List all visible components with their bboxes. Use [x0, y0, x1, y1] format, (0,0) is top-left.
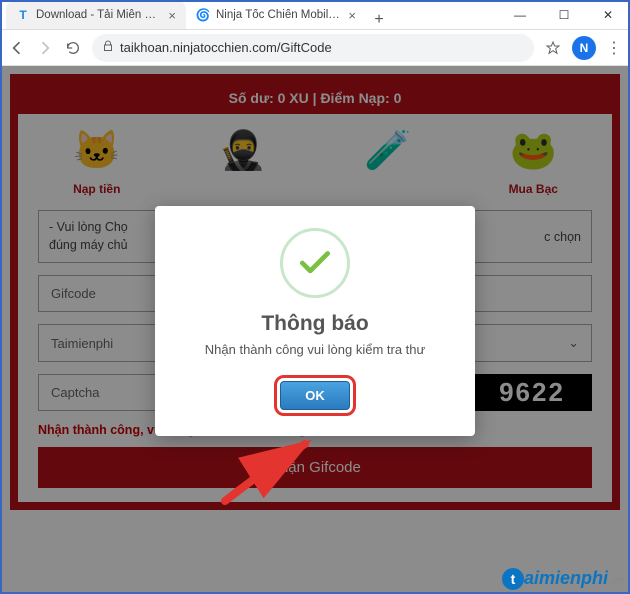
forward-button[interactable]	[36, 39, 54, 57]
menu-kebab-icon[interactable]: ⋮	[606, 38, 622, 58]
address-bar: taikhoan.ninjatocchien.com/GiftCode N ⋮	[0, 30, 630, 66]
window-controls: — ☐ ✕	[498, 0, 630, 29]
modal-title: Thông báo	[175, 312, 455, 336]
browser-tab-1[interactable]: 🌀 Ninja Tốc Chiến Mobile - Huyền ×	[186, 1, 366, 29]
bookmark-star-icon[interactable]	[544, 39, 562, 57]
close-tab-icon[interactable]: ×	[168, 8, 176, 23]
modal-dialog: Thông báo Nhận thành công vui lòng kiểm …	[155, 206, 475, 436]
reload-button[interactable]	[64, 39, 82, 57]
page-content: Số dư: 0 XU | Điểm Nạp: 0 🐱 Nạp tiền 🥷 🧪…	[0, 66, 630, 594]
browser-tab-0[interactable]: T Download - Tải Miễn Phí VN - Pl ×	[6, 1, 186, 29]
modal-message: Nhận thành công vui lòng kiểm tra thư	[175, 342, 455, 357]
profile-avatar[interactable]: N	[572, 36, 596, 60]
url-text: taikhoan.ninjatocchien.com/GiftCode	[120, 40, 332, 55]
favicon-icon: T	[16, 8, 30, 22]
modal-overlay: Thông báo Nhận thành công vui lòng kiểm …	[0, 66, 630, 594]
minimize-button[interactable]: —	[498, 0, 542, 29]
ok-button-highlight: OK	[274, 375, 356, 416]
tab-title: Ninja Tốc Chiến Mobile - Huyền	[216, 9, 342, 21]
watermark: taimienphi.vn	[502, 568, 624, 590]
tab-strip: T Download - Tải Miễn Phí VN - Pl × 🌀 Ni…	[0, 0, 498, 29]
lock-icon	[102, 40, 114, 55]
success-check-icon	[280, 228, 350, 298]
favicon-icon: 🌀	[196, 8, 210, 22]
tab-title: Download - Tải Miễn Phí VN - Pl	[36, 9, 162, 21]
back-button[interactable]	[8, 39, 26, 57]
watermark-logo-icon: t	[502, 568, 524, 590]
maximize-button[interactable]: ☐	[542, 0, 586, 29]
close-tab-icon[interactable]: ×	[348, 8, 356, 23]
url-field[interactable]: taikhoan.ninjatocchien.com/GiftCode	[92, 34, 534, 62]
ok-button[interactable]: OK	[280, 381, 350, 410]
new-tab-button[interactable]: +	[366, 11, 392, 29]
window-titlebar: T Download - Tải Miễn Phí VN - Pl × 🌀 Ni…	[0, 0, 630, 30]
close-window-button[interactable]: ✕	[586, 0, 630, 29]
